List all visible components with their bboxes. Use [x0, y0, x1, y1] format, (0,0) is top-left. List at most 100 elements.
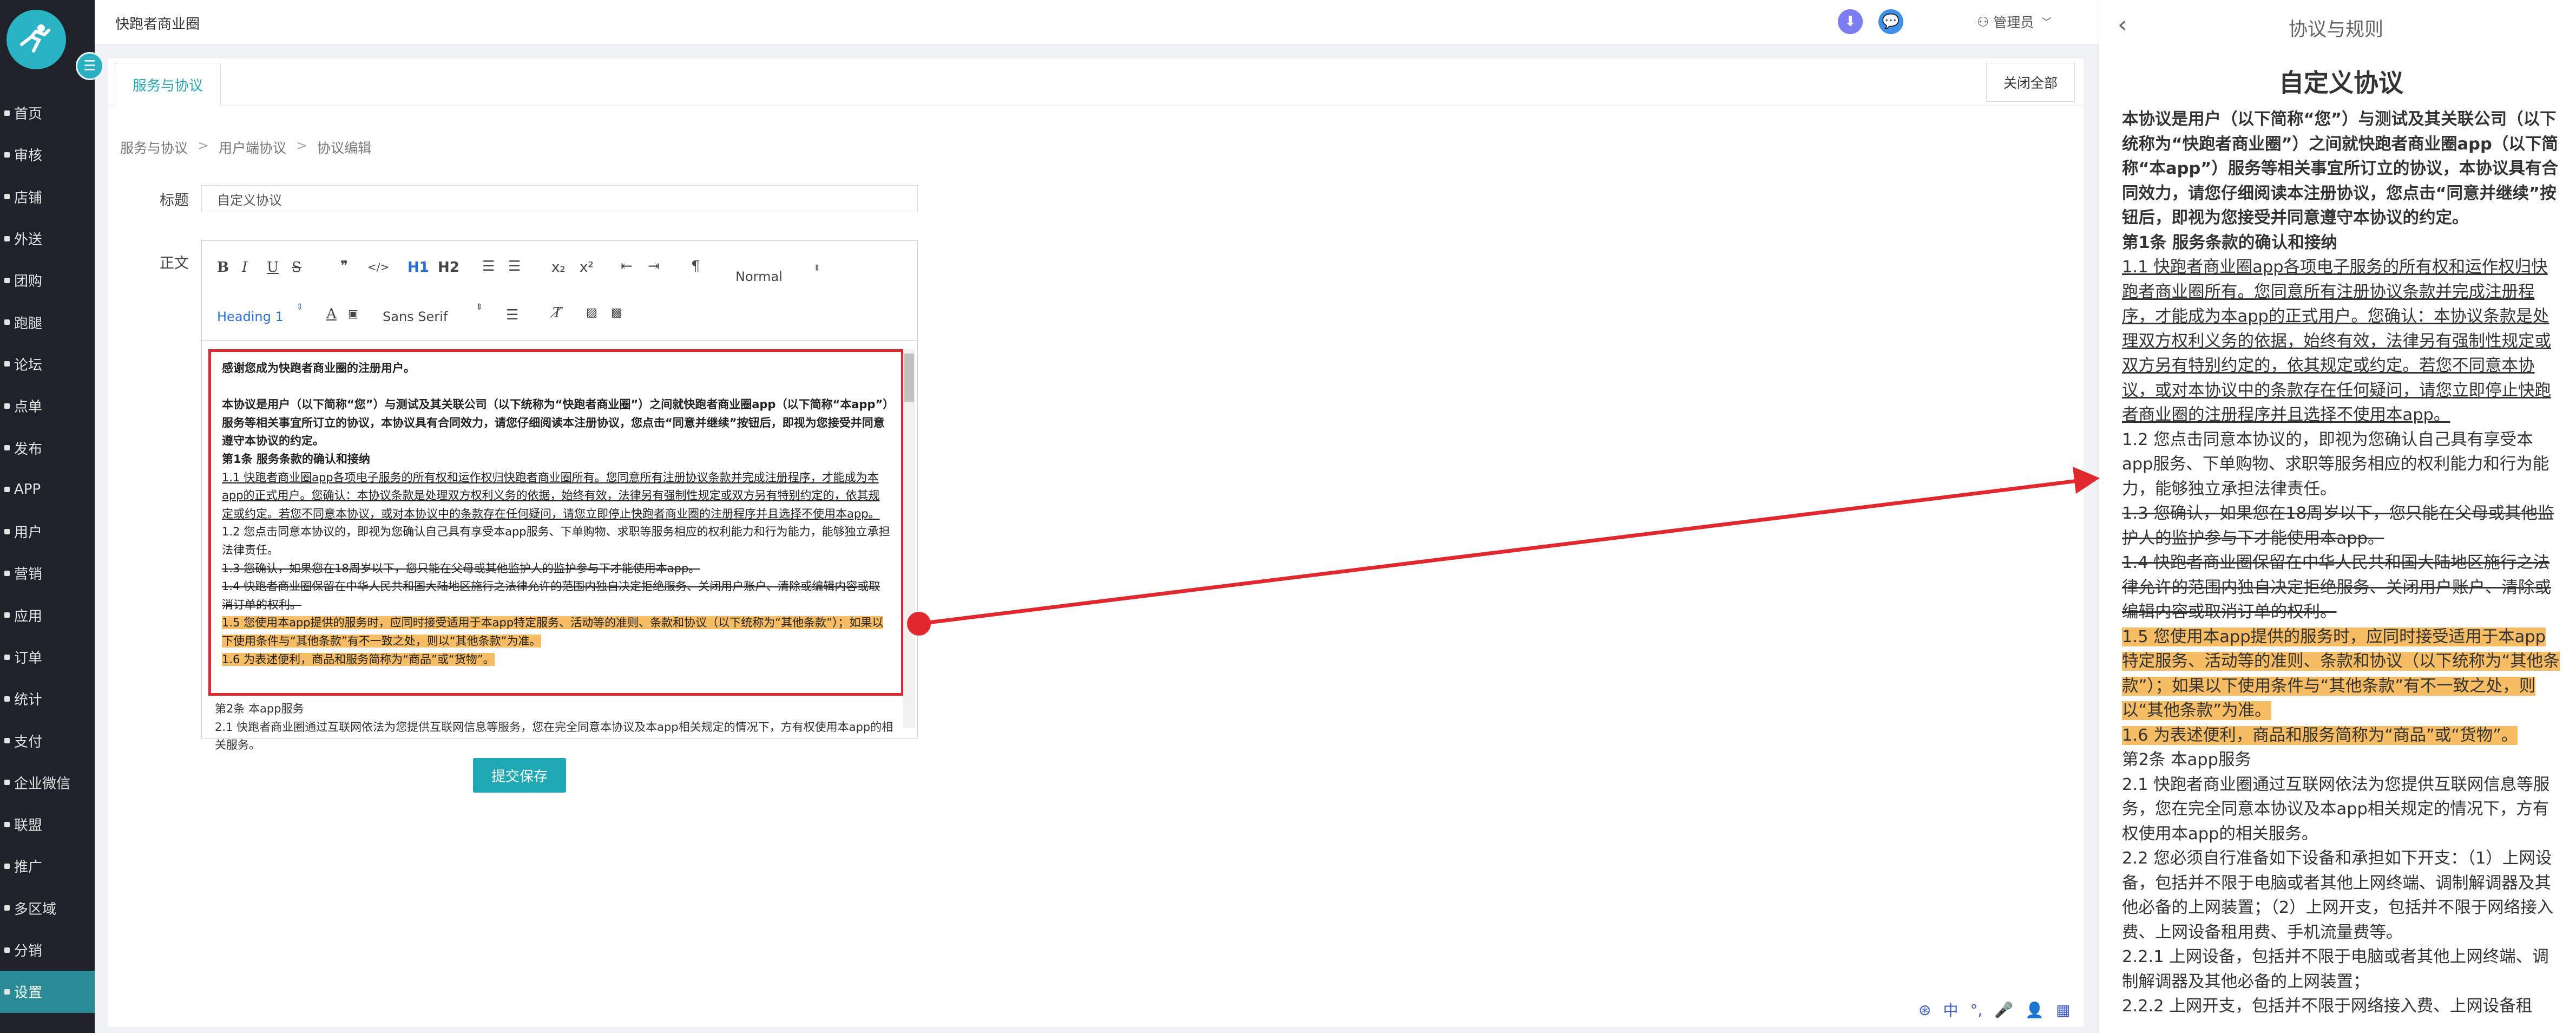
panel-para-1-3: 1.3 您确认，如果您在18周岁以下，您只能在父母或其他监护人的监护参与下才能使…	[2122, 504, 2554, 548]
superscript-button[interactable]: x²	[580, 259, 594, 276]
bold-button[interactable]: B	[217, 259, 229, 276]
subscript-button[interactable]: x₂	[551, 259, 566, 276]
code-button[interactable]: </>	[367, 260, 389, 273]
menu-icon	[4, 905, 10, 911]
video-icon[interactable]: ▩	[611, 306, 622, 319]
sidebar-item-label: 订单	[14, 650, 43, 666]
font-select[interactable]: Sans Serif	[383, 309, 448, 324]
sidebar-item[interactable]: 应用	[0, 594, 95, 636]
sidebar-item[interactable]: 设置	[0, 971, 95, 1013]
sidebar-item[interactable]: 统计	[0, 678, 95, 720]
panel-para-1-4: 1.4 快跑者商业圈保留在中华人民共和国大陆地区施行之法律允许的范围内独自决定拒…	[2122, 553, 2551, 622]
menu-icon	[4, 319, 10, 325]
sidebar-item-label: 首页	[14, 106, 43, 123]
chevron-updown-icon: ⇕	[296, 302, 304, 312]
ime-chinese-icon[interactable]: 中	[1943, 999, 1958, 1021]
sidebar-item[interactable]: 跑腿	[0, 301, 95, 343]
sidebar-item[interactable]: 用户	[0, 511, 95, 552]
breadcrumb-item[interactable]: 服务与协议	[120, 138, 188, 157]
sidebar-item[interactable]: 首页	[0, 92, 95, 134]
font-color-icon[interactable]: A	[326, 306, 337, 322]
body-label: 正文	[160, 255, 189, 272]
menu-icon	[4, 696, 10, 702]
doc-greeting: 感谢您成为快跑者商业圈的注册用户。	[222, 362, 415, 375]
panel-para-2-1: 2.1 快跑者商业圈通过互联网依法为您提供互联网信息等服务，您在完全同意本协议及…	[2122, 775, 2550, 844]
h1-button[interactable]: H1	[408, 259, 429, 276]
size-select[interactable]: Normal	[735, 269, 783, 284]
panel-body: 自定义协议 本协议是用户（以下简称“您”）与测试及其关联公司（以下统称为“快跑者…	[2122, 58, 2560, 1033]
outdent-icon[interactable]: ⇤	[621, 258, 633, 274]
sidebar-item[interactable]: 审核	[0, 134, 95, 175]
user-icon[interactable]: 👤	[2025, 1001, 2044, 1019]
text-direction-icon[interactable]: ¶	[691, 258, 700, 274]
panel-section-2: 第2条 本app服务	[2122, 750, 2252, 769]
preview-panel: ‹ 协议与规则 自定义协议 本协议是用户（以下简称“您”）与测试及其关联公司（以…	[2099, 0, 2576, 1033]
breadcrumb-item[interactable]: 用户端协议	[219, 138, 286, 157]
sidebar-item[interactable]: 分销	[0, 929, 95, 971]
sidebar-item[interactable]: APP	[0, 469, 95, 511]
underline-button[interactable]: U	[267, 259, 279, 276]
strike-button[interactable]: S	[292, 259, 301, 276]
sidebar-item-label: 审核	[14, 148, 43, 165]
doc-para-1-3: 1.3 您确认，如果您在18周岁以下，您只能在父母或其他监护人的监护参与下才能使…	[222, 561, 700, 575]
tab-service-agreement[interactable]: 服务与协议	[115, 63, 221, 106]
sidebar-item-label: 团购	[14, 273, 43, 290]
menu-icon	[4, 821, 10, 827]
menu-icon	[4, 194, 10, 200]
sidebar-item-label: 分销	[14, 943, 43, 960]
sidebar-item[interactable]: 联盟	[0, 803, 95, 845]
sidebar-item[interactable]: 推广	[0, 845, 95, 887]
align-icon[interactable]: ☰	[506, 307, 518, 323]
sidebar-item[interactable]: 支付	[0, 720, 95, 761]
doc-para-2-1: 2.1 快跑者商业圈通过互联网依法为您提供互联网信息等服务，您在完全同意本协议及…	[215, 720, 893, 752]
sidebar-item[interactable]: 营销	[0, 552, 95, 594]
sidebar-item[interactable]: 店铺	[0, 176, 95, 218]
sidebar-toggle-icon[interactable]: ☰	[76, 52, 104, 80]
close-all-button[interactable]: 关闭全部	[1986, 63, 2075, 102]
background-color-icon[interactable]: ▣	[348, 307, 358, 320]
bullet-list-icon[interactable]: ☰	[508, 258, 521, 274]
clear-format-icon[interactable]: T̸	[553, 305, 562, 321]
menu-icon	[4, 738, 10, 744]
sidebar-item[interactable]: 多区域	[0, 887, 95, 929]
download-icon[interactable]: ⬇	[1838, 9, 1863, 34]
sidebar-item[interactable]: 订单	[0, 636, 95, 678]
sidebar-item-label: 外送	[14, 232, 43, 249]
ime-punctuation-icon[interactable]: °,	[1970, 1001, 1982, 1019]
title-label: 标题	[160, 192, 189, 209]
apps-grid-icon[interactable]: ▦	[2056, 1001, 2070, 1019]
indent-icon[interactable]: ⇥	[648, 258, 660, 274]
doc-para-1-4: 1.4 快跑者商业圈保留在中华人民共和国大陆地区施行之法律允许的范围内独自决定拒…	[222, 580, 880, 611]
main-content: 服务与协议 > 用户端协议 > 协议编辑 标题 自定义协议 正文 B I U S ❞…	[108, 106, 2084, 1027]
panel-para-1-6: 1.6 为表述便利，商品和服务简称为“商品”或“货物”。	[2122, 725, 2518, 745]
submit-save-button[interactable]: 提交保存	[473, 758, 566, 793]
sidebar-item-label: 支付	[14, 734, 43, 750]
header-select[interactable]: Heading 1	[217, 309, 284, 324]
doc-para-1-6: 1.6 为表述便利，商品和服务简称为“商品”或“货物”。	[222, 652, 495, 666]
ime-logo-icon[interactable]: ⊛	[1918, 1001, 1931, 1019]
breadcrumb: 服务与协议 > 用户端协议 > 协议编辑	[120, 138, 371, 157]
editor-content[interactable]: 感谢您成为快跑者商业圈的注册用户。 本协议是用户（以下简称“您”）与测试及其关联…	[208, 349, 904, 696]
back-arrow-icon[interactable]: ‹	[2118, 11, 2127, 38]
image-icon[interactable]: ▨	[586, 306, 597, 319]
sidebar-item[interactable]: 点单	[0, 385, 95, 427]
editor-scrollbar[interactable]	[903, 349, 915, 728]
panel-para-2-2-2: 2.2.2 上网开支，包括并不限于网络接入费、上网设备租	[2122, 997, 2533, 1016]
sidebar-item[interactable]: 论坛	[0, 343, 95, 385]
panel-para-1-2: 1.2 您点击同意本协议的，即视为您确认自己具有享受本app服务、下单购物、求职…	[2122, 430, 2549, 499]
sidebar-item[interactable]: 团购	[0, 259, 95, 301]
admin-label: 管理员	[1993, 15, 2034, 30]
admin-menu[interactable]: ⚇ 管理员 ﹀	[1977, 12, 2051, 31]
h2-button[interactable]: H2	[438, 259, 459, 276]
sidebar-item[interactable]: 外送	[0, 218, 95, 259]
sidebar-item[interactable]: 发布	[0, 427, 95, 468]
sidebar-item[interactable]: 企业微信	[0, 762, 95, 803]
title-input[interactable]: 自定义协议	[201, 185, 918, 212]
italic-button[interactable]: I	[242, 259, 247, 276]
message-icon[interactable]: 💬	[1878, 9, 1903, 34]
doc-section-2: 第2条 本app服务	[215, 702, 304, 715]
ordered-list-icon[interactable]: ☰	[482, 258, 495, 274]
microphone-icon[interactable]: 🎤	[1994, 1001, 2013, 1019]
ime-toolbar: ⊛ 中 °, 🎤 👤 ▦	[1918, 999, 2071, 1021]
quote-button[interactable]: ❞	[340, 258, 348, 274]
